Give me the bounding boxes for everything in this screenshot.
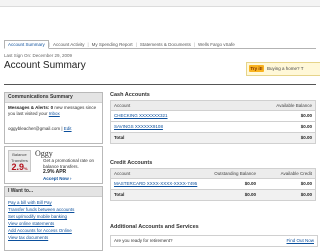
list-item[interactable]: View online statements (8, 220, 74, 227)
tab-account-summary[interactable]: Account Summary (4, 40, 49, 49)
checking-account-link[interactable]: CHECKING XXXXXXX321 (114, 111, 168, 121)
try-it-badge[interactable]: Try it! (249, 65, 264, 72)
balance-transfer-badge: Balance Transfers 2.9% (8, 150, 31, 172)
badge-rate-pct: % (23, 166, 28, 171)
col-account: Account (114, 103, 131, 108)
messages-count: 0 (50, 105, 54, 110)
promo-apr: 2.9% APR (43, 169, 67, 175)
email-line: oggybleacher@gmail.com | Edit (8, 126, 72, 131)
promo-description: Get a promotional rate on balance transf… (43, 158, 95, 169)
badge-rate: 2.9% (9, 163, 30, 173)
email-separator: | (61, 126, 63, 131)
cash-total: $0.00 (300, 135, 312, 140)
table-row: SAVINGS XXXXXX9108 $0.00 (110, 122, 316, 133)
list-item[interactable]: Set up/modify mobile banking (8, 213, 74, 220)
badge-rate-value: 2.9 (11, 162, 24, 172)
badge-line-1: Balance (12, 152, 27, 157)
table-header: Account Outstanding Balance Available Cr… (110, 168, 316, 179)
total-label: Total (114, 135, 125, 140)
home-promo-banner[interactable]: Try it! Buying a home? T (246, 62, 320, 76)
inbox-link[interactable]: Inbox (49, 111, 60, 116)
retirement-row: Are you ready for retirement? Find Out N… (110, 235, 318, 247)
account-tabs: Account Summary | Account Activity | My … (4, 40, 316, 49)
list-item[interactable]: View tax documents (8, 234, 74, 241)
list-item[interactable]: Add Accounts for Access Online (8, 227, 74, 234)
email-address: oggybleacher@gmail.com (8, 126, 61, 131)
table-header: Account Available Balance (110, 100, 316, 111)
credit-total-available: $0.00 (300, 192, 312, 197)
col-available-credit: Available Credit (280, 171, 312, 176)
accept-now-link[interactable]: Accept Now › (43, 176, 72, 181)
communications-summary-title: Communications Summary (5, 93, 102, 103)
last-sign-on: Last Sign On: December 29, 2009 (4, 53, 73, 58)
tab-statements-documents[interactable]: Statements & Documents (137, 41, 194, 48)
savings-balance: $0.00 (300, 124, 312, 129)
additional-accounts-title: Additional Accounts and Services (110, 224, 199, 230)
checking-balance: $0.00 (300, 113, 312, 118)
credit-accounts-title: Credit Accounts (110, 160, 153, 166)
mastercard-outstanding: $0.00 (244, 181, 256, 186)
col-outstanding-balance: Outstanding Balance (214, 171, 256, 176)
tab-my-spending-report[interactable]: My Spending Report (89, 41, 136, 48)
accept-arrow-icon: › (70, 176, 72, 181)
header-divider (4, 84, 316, 85)
messages-alerts: Messages & Alerts: 0 new messages since … (8, 105, 100, 117)
mastercard-account-link[interactable]: MASTERCARD XXXX-XXXX-XXXX-7495 (114, 179, 197, 189)
col-available-balance: Available Balance (276, 103, 312, 108)
list-item[interactable]: Pay a bill with Bill Pay (8, 199, 74, 206)
table-row: CHECKING XXXXXXX321 $0.00 (110, 111, 316, 122)
total-row: Total $0.00 $0.00 (110, 190, 316, 201)
cash-accounts-title: Cash Accounts (110, 92, 150, 98)
tab-wells-fargo-vsafe[interactable]: Wells Fargo vSafe (195, 41, 238, 48)
i-want-to-list: Pay a bill with Bill Pay Transfer funds … (8, 199, 74, 241)
messages-label: Messages & Alerts: (8, 105, 50, 110)
balance-transfer-promo: Balance Transfers 2.9% Oggy Get a promot… (4, 146, 103, 184)
home-promo-text: Buying a home? T (267, 66, 304, 71)
table-row: MASTERCARD XXXX-XXXX-XXXX-7495 $0.00 $0.… (110, 179, 316, 190)
cash-accounts-table: Account Available Balance CHECKING XXXXX… (110, 100, 316, 144)
page-title: Account Summary (4, 60, 86, 71)
credit-accounts-table: Account Outstanding Balance Available Cr… (110, 168, 316, 201)
oggy-card-logo: Oggy (35, 149, 53, 158)
browser-top-strip (0, 0, 320, 7)
col-account: Account (114, 171, 131, 176)
i-want-to-title: I Want to... (5, 187, 102, 197)
communications-summary-box: Communications Summary Messages & Alerts… (4, 92, 103, 144)
retirement-question: Are you ready for retirement? (114, 238, 173, 243)
list-item[interactable]: Transfer funds between accounts (8, 206, 74, 213)
credit-total-outstanding: $0.00 (244, 192, 256, 197)
edit-email-link[interactable]: Edit (64, 126, 72, 131)
find-out-now-link[interactable]: Find Out Now (286, 236, 314, 246)
tab-account-activity[interactable]: Account Activity (50, 41, 88, 48)
mastercard-available: $0.00 (300, 181, 312, 186)
savings-account-link[interactable]: SAVINGS XXXXXX9108 (114, 122, 163, 132)
i-want-to-box: I Want to... Pay a bill with Bill Pay Tr… (4, 186, 103, 251)
total-row: Total $0.00 (110, 133, 316, 144)
accept-now-label[interactable]: Accept Now (43, 176, 69, 181)
total-label: Total (114, 192, 125, 197)
